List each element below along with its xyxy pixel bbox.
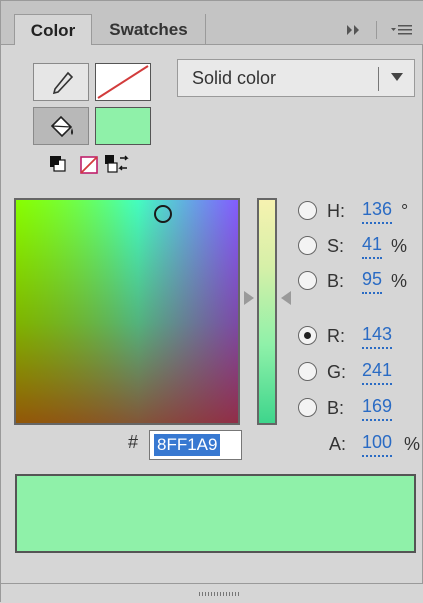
color-preview: [15, 474, 416, 553]
green-radio[interactable]: [298, 362, 317, 381]
hex-value: 8FF1A9: [154, 434, 221, 456]
brightness-unit: %: [391, 271, 408, 291]
alpha-label: A:: [329, 434, 347, 454]
saturation-radio[interactable]: [298, 236, 317, 255]
fill-type-value: Solid color: [192, 68, 277, 88]
stroke-swatch[interactable]: [95, 63, 151, 101]
tab-separator: [376, 21, 377, 39]
pencil-icon: [52, 71, 74, 95]
color-picker-field[interactable]: [14, 198, 240, 425]
alpha-value[interactable]: 100: [362, 429, 393, 457]
channel-label: S:: [327, 236, 345, 256]
blue-radio[interactable]: [298, 398, 317, 417]
saturation-value[interactable]: 41: [362, 231, 383, 259]
default-colors-icon: [50, 156, 66, 172]
slider-handle-right-icon[interactable]: [281, 291, 291, 305]
saturation-unit: %: [391, 236, 408, 256]
swap-colors-icon: [105, 155, 129, 173]
color-field-shade: [16, 200, 238, 423]
double-chevron-right-icon[interactable]: [344, 15, 364, 45]
green-value[interactable]: 241: [362, 357, 393, 385]
resize-grip-icon[interactable]: [199, 592, 239, 596]
alpha-unit: %: [404, 434, 421, 454]
red-radio[interactable]: [298, 326, 317, 345]
paint-bucket-icon: [50, 115, 73, 138]
channel-label: H:: [327, 201, 345, 221]
stroke-color-button[interactable]: [33, 63, 89, 101]
no-color-icon: [97, 65, 149, 99]
channel-label: R:: [327, 326, 345, 346]
hex-input[interactable]: 8FF1A9: [149, 430, 242, 460]
panel-tab-bar: Color Swatches: [1, 1, 423, 45]
hue-unit: °: [401, 201, 409, 221]
panel-bottom-bar: [1, 583, 423, 603]
fill-color-button[interactable]: [33, 107, 89, 145]
slider-handle-left-icon[interactable]: [244, 291, 254, 305]
brightness-slider[interactable]: [257, 198, 277, 425]
red-value[interactable]: 143: [362, 321, 393, 349]
panel-menu-icon[interactable]: [389, 15, 415, 45]
color-panel: Color Swatches Solid color H: 136 ° S: 4…: [0, 0, 423, 603]
blue-value[interactable]: 169: [362, 393, 393, 421]
brightness-value[interactable]: 95: [362, 266, 383, 294]
tab-color[interactable]: Color: [14, 14, 92, 45]
tab-swatches[interactable]: Swatches: [92, 14, 206, 45]
hue-radio[interactable]: [298, 201, 317, 220]
fill-type-dropdown[interactable]: Solid color: [177, 59, 415, 97]
hex-prefix: #: [128, 432, 139, 452]
channel-label: B:: [327, 398, 345, 418]
color-picker-cursor[interactable]: [154, 205, 172, 223]
channel-label: B:: [327, 271, 345, 291]
channel-label: G:: [327, 362, 347, 382]
swatch-controls: [45, 151, 145, 177]
no-color-icon: [80, 156, 98, 174]
brightness-radio[interactable]: [298, 271, 317, 290]
dropdown-separator: [378, 67, 379, 91]
hue-value[interactable]: 136: [362, 196, 393, 224]
chevron-down-icon: [391, 73, 403, 81]
fill-swatch[interactable]: [95, 107, 151, 145]
